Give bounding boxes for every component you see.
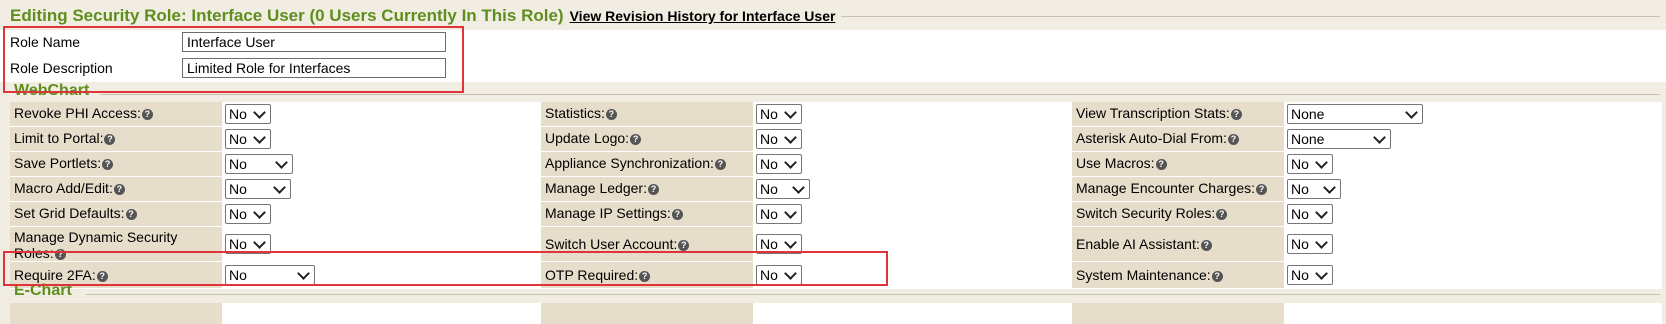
role-description-row: Role Description <box>10 56 446 80</box>
help-icon[interactable]: ? <box>1155 158 1167 170</box>
permission-label: View Transcription Stats:? <box>1072 102 1284 126</box>
section-divider <box>86 294 1660 295</box>
system-maintenance-select[interactable]: No <box>1287 265 1333 285</box>
section-divider <box>100 94 1660 95</box>
help-icon[interactable]: ? <box>125 208 137 220</box>
permission-label: Set Grid Defaults:? <box>10 202 222 226</box>
section-title-echart: E-Chart <box>14 282 72 299</box>
permission-label: Enable AI Assistant:? <box>1072 227 1284 261</box>
help-icon[interactable]: ? <box>113 183 125 195</box>
page-header: Editing Security Role: Interface User (0… <box>10 4 1660 28</box>
revision-history-link[interactable]: View Revision History for Interface User <box>570 8 836 24</box>
help-icon[interactable]: ? <box>1227 133 1239 145</box>
permission-label: Macro Add/Edit:? <box>10 177 222 201</box>
manage-ip-settings-select[interactable]: No <box>756 204 802 224</box>
help-icon[interactable]: ? <box>104 133 116 145</box>
asterisk-auto-dial-select[interactable]: None <box>1287 129 1391 149</box>
limit-to-portal-select[interactable]: No <box>225 129 271 149</box>
permission-label: Switch User Account:? <box>541 227 753 261</box>
table-row: Revoke PHI Access:? No Statistics:? No V… <box>10 102 1662 127</box>
revoke-phi-access-select[interactable]: No <box>225 104 271 124</box>
help-icon[interactable]: ? <box>678 239 690 251</box>
appliance-sync-select[interactable]: No <box>756 154 802 174</box>
require-2fa-select[interactable]: No <box>225 265 315 285</box>
role-description-input[interactable] <box>182 58 446 78</box>
role-description-label: Role Description <box>10 60 113 76</box>
help-icon[interactable]: ? <box>141 108 153 120</box>
permission-label: Manage Dynamic Security Roles:? <box>10 227 222 261</box>
macro-add-edit-select[interactable]: No <box>225 179 291 199</box>
table-row: Manage Dynamic Security Roles:? No Switc… <box>10 227 1662 262</box>
help-icon[interactable]: ? <box>1216 208 1228 220</box>
permission-label: Update Logo:? <box>541 127 753 151</box>
role-name-row: Role Name <box>10 30 446 54</box>
manage-dynamic-security-roles-select[interactable]: No <box>225 234 271 254</box>
permission-label: Save Portlets:? <box>10 152 222 176</box>
table-row: Save Portlets:? No Appliance Synchroniza… <box>10 152 1662 177</box>
help-icon[interactable]: ? <box>1230 108 1242 120</box>
manage-encounter-charges-select[interactable]: No <box>1287 179 1341 199</box>
help-icon[interactable]: ? <box>1211 270 1223 282</box>
permission-label: Appliance Synchronization:? <box>541 152 753 176</box>
permission-label: Manage Encounter Charges:? <box>1072 177 1284 201</box>
permission-label: OTP Required:? <box>541 262 753 288</box>
help-icon[interactable]: ? <box>102 158 114 170</box>
use-macros-select[interactable]: No <box>1287 154 1333 174</box>
permission-label: Limit to Portal:? <box>10 127 222 151</box>
switch-security-roles-select[interactable]: No <box>1287 204 1333 224</box>
role-name-label: Role Name <box>10 34 81 50</box>
permission-label: Switch Security Roles:? <box>1072 202 1284 226</box>
help-icon[interactable]: ? <box>639 270 651 282</box>
table-row: Limit to Portal:? No Update Logo:? No As… <box>10 127 1662 152</box>
permissions-grid: Revoke PHI Access:? No Statistics:? No V… <box>10 102 1662 289</box>
switch-user-account-select[interactable]: No <box>756 234 802 254</box>
statistics-select[interactable]: No <box>756 104 802 124</box>
table-row <box>10 303 1662 324</box>
otp-required-select[interactable]: No <box>756 265 802 285</box>
save-portlets-select[interactable]: No <box>225 154 293 174</box>
permission-label: System Maintenance:? <box>1072 262 1284 288</box>
role-name-input[interactable] <box>182 32 446 52</box>
help-icon[interactable]: ? <box>1200 239 1212 251</box>
header-divider <box>841 15 1660 17</box>
permission-label: Statistics:? <box>541 102 753 126</box>
section-title-webchart: WebChart <box>14 82 90 99</box>
help-icon[interactable]: ? <box>714 158 726 170</box>
table-row: Macro Add/Edit:? No Manage Ledger:? No M… <box>10 177 1662 202</box>
help-icon[interactable]: ? <box>671 208 683 220</box>
enable-ai-assistant-select[interactable]: No <box>1287 234 1333 254</box>
update-logo-select[interactable]: No <box>756 129 802 149</box>
help-icon[interactable]: ? <box>1256 183 1267 195</box>
help-icon[interactable]: ? <box>54 248 66 260</box>
page-title: Editing Security Role: Interface User (0… <box>10 6 564 25</box>
table-row: Set Grid Defaults:? No Manage IP Setting… <box>10 202 1662 227</box>
help-icon[interactable]: ? <box>647 183 659 195</box>
permission-label: Manage IP Settings:? <box>541 202 753 226</box>
permission-label: Manage Ledger:? <box>541 177 753 201</box>
view-transcription-stats-select[interactable]: None <box>1287 104 1423 124</box>
table-row: Require 2FA:? No OTP Required:? No Syste… <box>10 262 1662 289</box>
help-icon[interactable]: ? <box>630 133 642 145</box>
permission-label: Asterisk Auto-Dial From:? <box>1072 127 1284 151</box>
role-details: Role Name Role Description <box>0 30 1666 82</box>
help-icon[interactable]: ? <box>96 270 108 282</box>
help-icon[interactable]: ? <box>605 108 617 120</box>
set-grid-defaults-select[interactable]: No <box>225 204 271 224</box>
manage-ledger-select[interactable]: No <box>756 179 810 199</box>
permission-label: Revoke PHI Access:? <box>10 102 222 126</box>
permission-label: Use Macros:? <box>1072 152 1284 176</box>
